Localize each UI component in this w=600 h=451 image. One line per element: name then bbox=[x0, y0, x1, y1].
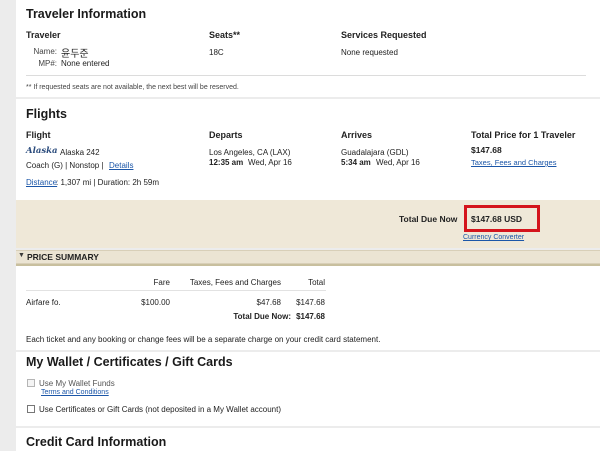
airfare-row-label: Airfare fo. bbox=[26, 298, 61, 307]
charge-note: Each ticket and any booking or change fe… bbox=[26, 335, 381, 344]
taxes-fees-link[interactable]: Taxes, Fees and Charges bbox=[471, 158, 556, 167]
depart-city: Los Angeles, CA (LAX) bbox=[209, 148, 291, 157]
depart-time: 12:35 am bbox=[209, 158, 244, 167]
arrive-time: 5:34 am bbox=[341, 158, 371, 167]
flights-section-title: Flights bbox=[26, 107, 67, 121]
seat-note: ** If requested seats are not available,… bbox=[26, 84, 239, 91]
wallet-funds-label: Use My Wallet Funds bbox=[39, 379, 115, 388]
summary-total-value: $147.68 bbox=[296, 312, 325, 321]
price-summary-toggle[interactable]: ▼ PRICE SUMMARY bbox=[16, 250, 600, 264]
fare-column-header: Fare bbox=[153, 278, 170, 287]
mp-number: None entered bbox=[61, 59, 110, 68]
currency-converter-link[interactable]: Currency Converter bbox=[463, 234, 524, 241]
summary-divider bbox=[26, 290, 326, 291]
alaska-airlines-logo: Alaska bbox=[26, 146, 58, 156]
divider bbox=[26, 75, 586, 76]
summary-total-label: Total Due Now: bbox=[233, 312, 291, 321]
total-due-label: Total Due Now bbox=[399, 214, 458, 224]
seats-column-header: Seats** bbox=[209, 30, 241, 40]
airfare-taxes: $47.68 bbox=[256, 298, 281, 307]
traveler-column-header: Traveler bbox=[26, 30, 61, 40]
arrive-city: Guadalajara (GDL) bbox=[341, 148, 409, 157]
cabin-info: Coach (G) | Nonstop | bbox=[26, 161, 104, 170]
total-price-column-header: Total Price for 1 Traveler bbox=[471, 130, 576, 140]
seat-value: 18C bbox=[209, 48, 224, 57]
flight-price: $147.68 bbox=[471, 145, 502, 155]
services-value: None requested bbox=[341, 48, 398, 57]
flight-name: Alaska 242 bbox=[60, 148, 100, 157]
airfare-fare: $100.00 bbox=[141, 298, 170, 307]
distance-duration: : 1,307 mi | Duration: 2h 59m bbox=[56, 178, 160, 187]
wallet-section-title: My Wallet / Certificates / Gift Cards bbox=[26, 355, 233, 369]
arrives-column-header: Arrives bbox=[341, 130, 373, 140]
traveler-name: 윤두준 bbox=[61, 49, 89, 60]
total-column-header: Total bbox=[308, 278, 325, 287]
distance-link[interactable]: Distance bbox=[26, 178, 57, 187]
highlight-box bbox=[464, 205, 540, 232]
arrive-date: Wed, Apr 16 bbox=[376, 158, 420, 167]
collapse-triangle-icon: ▼ bbox=[18, 252, 25, 259]
taxes-column-header: Taxes, Fees and Charges bbox=[189, 278, 281, 287]
flight-column-header: Flight bbox=[26, 130, 51, 140]
mp-label: MP#: bbox=[38, 59, 57, 68]
name-label: Name: bbox=[33, 47, 57, 56]
terms-conditions-link[interactable]: Terms and Conditions bbox=[41, 389, 109, 396]
airfare-total: $147.68 bbox=[296, 298, 325, 307]
depart-date: Wed, Apr 16 bbox=[248, 158, 292, 167]
wallet-funds-checkbox[interactable] bbox=[27, 379, 35, 387]
price-summary-title: PRICE SUMMARY bbox=[27, 252, 99, 262]
departs-column-header: Departs bbox=[209, 130, 243, 140]
certificates-label: Use Certificates or Gift Cards (not depo… bbox=[39, 405, 282, 414]
traveler-section-title: Traveler Information bbox=[26, 7, 147, 21]
certificates-checkbox[interactable] bbox=[27, 405, 35, 413]
flight-details-link[interactable]: Details bbox=[109, 161, 133, 170]
services-column-header: Services Requested bbox=[341, 30, 427, 40]
credit-card-section-title: Credit Card Information bbox=[26, 435, 167, 449]
